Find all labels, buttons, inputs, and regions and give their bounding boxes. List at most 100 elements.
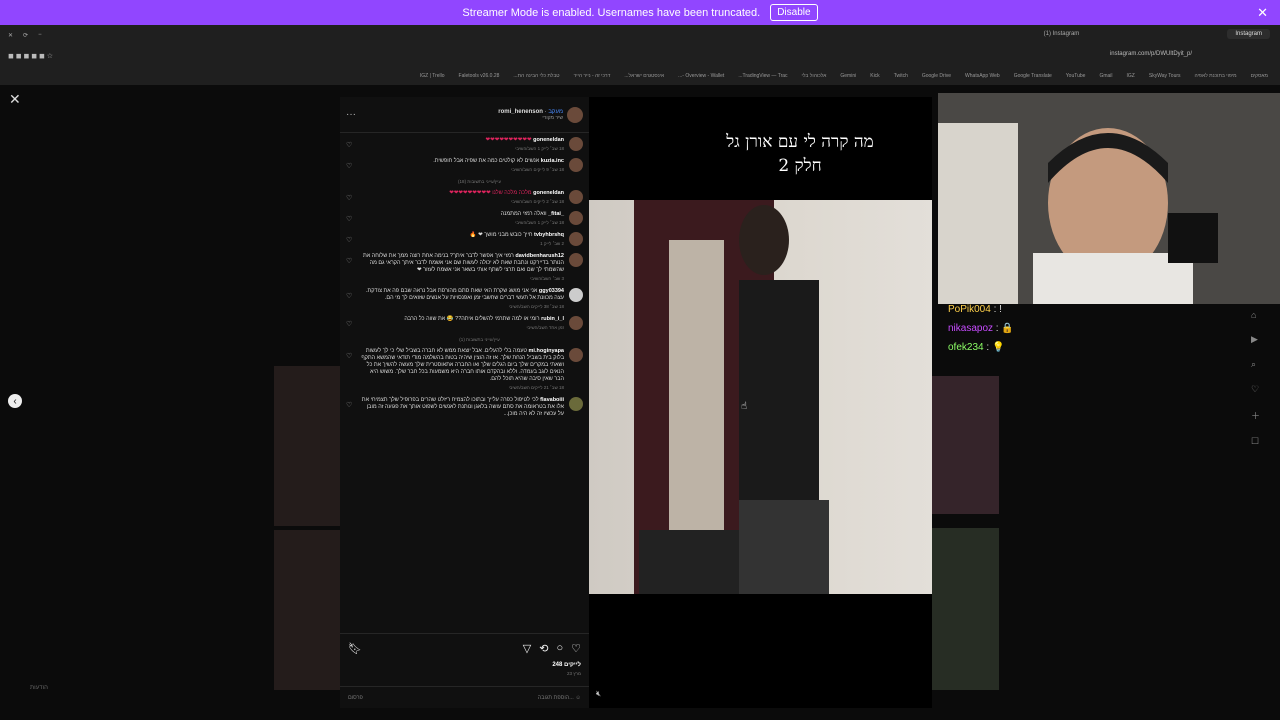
comment-user[interactable]: rubin_i_l [541, 316, 564, 322]
comment-user[interactable]: tvbyhbrshq [534, 232, 564, 238]
webcam-feed [938, 93, 1280, 304]
post-comment-button[interactable]: פרסום [348, 695, 363, 701]
bookmark[interactable]: Gemini [840, 73, 856, 79]
close-post-icon[interactable]: ✕ [9, 91, 21, 108]
comment-text: אני אני מושג שקרת האי שאת סתם מהורסת אבל… [365, 288, 564, 301]
background-thumbnail [932, 376, 999, 514]
bookmark[interactable]: WhatsApp Web [965, 73, 1000, 79]
post-header: מעקב · romi_henenson שיר מקורי [340, 97, 589, 133]
bookmark[interactable]: IGZ | Trello [420, 73, 445, 79]
search-icon[interactable]: ⌕ [1251, 359, 1260, 370]
comment-user[interactable]: _fitai_ [548, 211, 564, 217]
comment-user[interactable]: mi.hoginyapa [529, 348, 564, 354]
bookmark[interactable]: דרכי זה - נייר הייר [574, 73, 611, 79]
comment-user[interactable]: goneneldan [533, 137, 564, 143]
bookmark[interactable]: IGZ [1127, 73, 1135, 79]
avatar[interactable] [569, 253, 583, 267]
avatar[interactable] [569, 137, 583, 151]
like-heart-icon[interactable]: ♡ [346, 352, 356, 360]
home-icon[interactable]: ⌂ [1251, 310, 1260, 320]
extension-icons[interactable]: ◼ ◼ ◼ ◼ ◼ ☆ [8, 52, 53, 60]
comment-user[interactable]: goneneldan [533, 190, 564, 196]
like-heart-icon[interactable]: ♡ [346, 257, 356, 265]
comment-text: וואלה רמזי המתמנה [500, 211, 547, 217]
avatar[interactable] [569, 348, 583, 362]
comment-user[interactable]: ggy03394 [539, 288, 564, 294]
address-bar[interactable]: instagram.com/p/DWUltDyit_p/ [1110, 51, 1192, 57]
reload-icon[interactable]: ⟳ [23, 32, 28, 39]
profile-icon[interactable]: ☐ [1251, 436, 1260, 447]
avatar[interactable] [569, 158, 583, 172]
video-frame[interactable] [589, 200, 932, 594]
avatar[interactable] [569, 190, 583, 204]
bookmark[interactable]: טבלת כלי הבינה הת... [513, 73, 559, 79]
heart-icon[interactable]: ♡ [1251, 384, 1260, 395]
chat-user[interactable]: ofek234 [948, 342, 984, 353]
bookmark[interactable]: מאסקים [1251, 73, 1268, 79]
like-heart-icon[interactable]: ♡ [346, 320, 356, 328]
avatar[interactable] [569, 397, 583, 411]
author-avatar[interactable] [567, 106, 583, 123]
post-date: 23 מרץ [566, 671, 581, 676]
window-close-icon[interactable]: ✕ [8, 32, 13, 39]
comment-icon[interactable]: ○ [556, 642, 563, 655]
like-heart-icon[interactable]: ♡ [346, 194, 356, 202]
close-icon[interactable]: ✕ [1257, 5, 1268, 21]
view-replies[interactable]: עיין/עייני בתשובות (18) [376, 179, 583, 184]
chat-user[interactable]: nikasapoz [948, 323, 993, 334]
comment-user[interactable]: davidbenharush12 [515, 253, 564, 259]
avatar[interactable] [569, 232, 583, 246]
bookmark-icon[interactable]: 🔖︎ [348, 642, 362, 655]
minimize-icon[interactable]: − [38, 32, 42, 38]
prev-post-arrow-icon[interactable]: ‹ [8, 394, 22, 408]
emoji-icon[interactable]: ☺ [575, 695, 581, 701]
bookmark[interactable]: TradingView — Trac... [738, 73, 787, 79]
like-heart-icon[interactable]: ♡ [346, 162, 356, 170]
bookmark[interactable]: אינסטגרם ישראל... [624, 73, 664, 79]
bookmark[interactable]: YouTube [1066, 73, 1086, 79]
bookmark[interactable]: Overview - Wallet -... [678, 73, 724, 79]
author-username[interactable]: romi_henenson [498, 109, 543, 115]
bookmark[interactable]: מיפוי בתוכנת לאפיה [1195, 73, 1237, 79]
bookmark[interactable]: Gmail [1099, 73, 1112, 79]
bookmark[interactable]: SkyWay Tours [1149, 73, 1181, 79]
share-icon[interactable]: ▽ [523, 642, 531, 655]
like-heart-icon[interactable]: ♡ [346, 401, 356, 409]
reels-icon[interactable]: ▶ [1251, 334, 1260, 345]
tab-instagram-2[interactable]: Instagram [1227, 29, 1270, 39]
bookmark[interactable]: Google Translate [1014, 73, 1052, 79]
bookmark[interactable]: Faletools v26.0.28 [459, 73, 500, 79]
bookmark[interactable]: אלכוהול בלי [802, 73, 827, 79]
avatar[interactable] [569, 288, 583, 302]
bookmark[interactable]: Kick [870, 73, 879, 79]
view-replies[interactable]: עיין/עייני בתשובות (1) [376, 337, 583, 342]
like-heart-icon[interactable]: ♡ [346, 215, 356, 223]
follow-button[interactable]: מעקב [548, 109, 563, 115]
comment-user[interactable]: kuzia.inc [541, 158, 564, 164]
avatar[interactable] [569, 316, 583, 330]
repost-icon[interactable]: ⟲ [539, 642, 548, 655]
disable-button[interactable]: Disable [770, 4, 818, 21]
bookmark[interactable]: Google Drive [922, 73, 951, 79]
comment-meta: 18 שב׳ לייק 1 השב/השיבי [515, 220, 564, 225]
more-options-icon[interactable]: ··· [346, 109, 356, 120]
background-thumbnail [274, 366, 340, 526]
like-heart-icon[interactable]: ♡ [346, 292, 356, 300]
create-icon[interactable]: ＋ [1251, 409, 1260, 422]
mute-icon[interactable]: 🔇︎ [596, 689, 601, 699]
like-heart-icon[interactable]: ♡ [346, 236, 356, 244]
like-icon[interactable]: ♡ [571, 642, 581, 655]
bookmark[interactable]: Twitch [894, 73, 908, 79]
like-heart-icon[interactable]: ♡ [346, 141, 356, 149]
chat-user[interactable]: PoPik004 [948, 304, 991, 315]
streamer-mode-banner: Streamer Mode is enabled. Usernames have… [0, 0, 1280, 25]
avatar[interactable] [569, 211, 583, 225]
comment-user[interactable]: flavaboiii [540, 397, 564, 403]
comment-text: מלכה מלכה שלנו ❤❤❤❤❤❤❤❤❤ [449, 190, 532, 196]
tab-instagram-1[interactable]: (1) Instagram [1036, 29, 1088, 39]
audio-label[interactable]: שיר מקורי [498, 115, 563, 121]
comment-input[interactable]: הוספת תגובה... [538, 695, 574, 701]
likes-count[interactable]: 248 לייקים [552, 662, 581, 668]
messages-button[interactable]: הודעות [30, 685, 48, 691]
post-actions: 🔖︎ ▽ ⟲ ○ ♡ 248 לייקים 23 מרץ פרסום הוספת… [340, 633, 589, 708]
